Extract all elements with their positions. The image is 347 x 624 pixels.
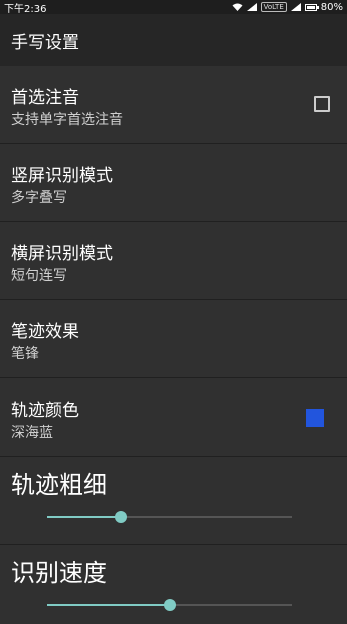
pref-item-trail-color[interactable]: 轨迹颜色 深海蓝 xyxy=(0,378,347,457)
slider-fill xyxy=(47,604,170,606)
status-icons: VoLTE 80% xyxy=(232,2,343,13)
pref-title: 笔迹效果 xyxy=(11,322,79,342)
recognition-speed-slider[interactable] xyxy=(47,599,292,611)
phonetic-checkbox[interactable] xyxy=(314,96,330,112)
pref-item-stroke-effect[interactable]: 笔迹效果 笔锋 xyxy=(0,300,347,378)
color-swatch[interactable] xyxy=(306,409,324,427)
status-time: 下午2:36 xyxy=(4,3,47,15)
trail-width-slider[interactable] xyxy=(47,511,292,523)
pref-title: 竖屏识别模式 xyxy=(11,166,113,186)
pref-summary: 支持单字首选注音 xyxy=(11,112,123,128)
pref-title: 首选注音 xyxy=(11,88,79,108)
slider-item-trail-width: 轨迹粗细 xyxy=(0,457,347,545)
signal-icon xyxy=(246,3,257,11)
pref-summary: 深海蓝 xyxy=(11,425,53,441)
app-bar: 手写设置 xyxy=(0,14,347,66)
slider-fill xyxy=(47,516,121,518)
slider-title: 识别速度 xyxy=(11,559,107,587)
pref-title: 轨迹颜色 xyxy=(11,401,79,421)
slider-item-recognition-speed: 识别速度 xyxy=(0,545,347,624)
pref-summary: 短句连写 xyxy=(11,268,67,284)
signal-icon-2 xyxy=(290,3,301,11)
pref-item-portrait-mode[interactable]: 竖屏识别模式 多字叠写 xyxy=(0,144,347,222)
pref-title: 横屏识别模式 xyxy=(11,244,113,264)
slider-title: 轨迹粗细 xyxy=(11,471,107,499)
pref-summary: 笔锋 xyxy=(11,346,39,362)
volte-badge: VoLTE xyxy=(260,2,287,12)
battery-icon xyxy=(304,3,319,11)
slider-thumb[interactable] xyxy=(163,599,176,611)
slider-thumb[interactable] xyxy=(114,511,127,523)
wifi-icon xyxy=(232,3,243,11)
pref-item-landscape-mode[interactable]: 横屏识别模式 短句连写 xyxy=(0,222,347,300)
page-title: 手写设置 xyxy=(11,32,79,53)
battery-percent: 80% xyxy=(320,1,343,13)
pref-item-phonetic[interactable]: 首选注音 支持单字首选注音 xyxy=(0,66,347,144)
pref-summary: 多字叠写 xyxy=(11,190,67,206)
status-bar: 下午2:36 VoLTE 80% xyxy=(0,0,347,15)
